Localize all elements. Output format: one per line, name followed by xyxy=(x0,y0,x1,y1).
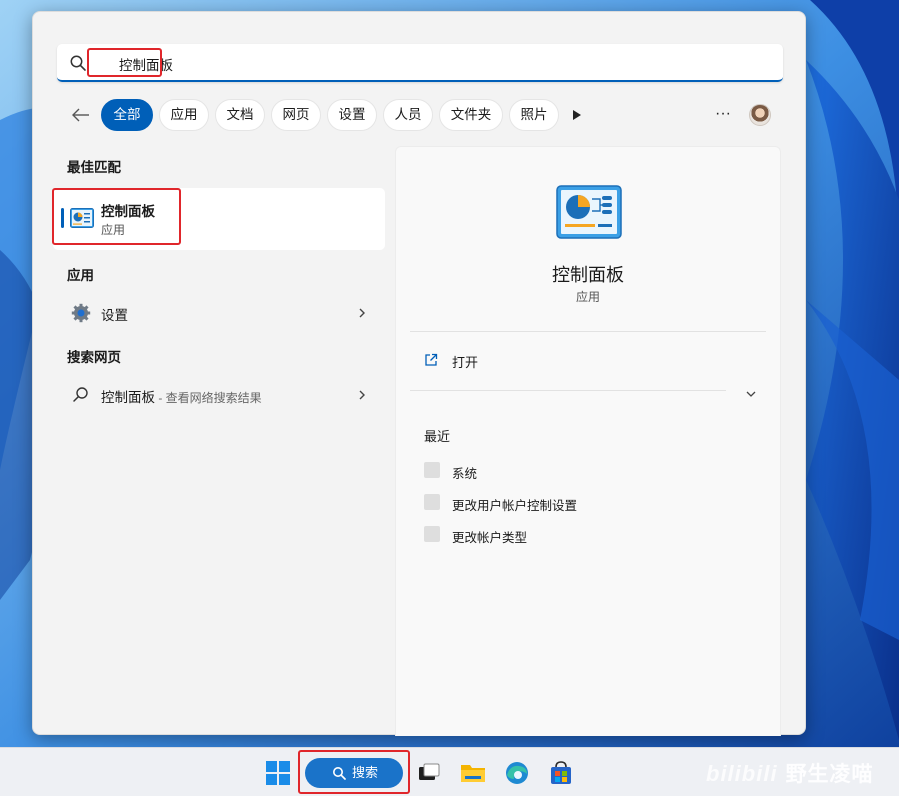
taskbar-search-button[interactable]: 搜索 xyxy=(305,758,403,788)
search-panel: 控制面板 全部 应用 文档 网页 设置 人员 文件夹 照片 ··· 最佳匹配 控… xyxy=(32,11,806,736)
watermark-text: 野生凌喵 xyxy=(785,763,874,786)
detail-kind: 应用 xyxy=(575,290,600,304)
taskbar-search-label: 搜索 xyxy=(352,765,379,780)
filter-chip-apps[interactable]: 应用 xyxy=(159,99,209,131)
web-result-label: 控制面板 - 查看网络搜索结果 xyxy=(101,386,262,406)
watermark: bilibili 野生凌喵 xyxy=(706,758,874,788)
search-box[interactable]: 控制面板 xyxy=(57,44,783,82)
recent-item-label: 更改帐户类型 xyxy=(452,531,528,545)
best-match-name: 控制面板 xyxy=(101,204,155,219)
control-panel-icon xyxy=(556,185,622,239)
recent-item[interactable]: 更改用户帐户控制设置 xyxy=(422,492,722,514)
windows-start-icon[interactable] xyxy=(265,760,291,786)
detail-title: 控制面板 xyxy=(552,265,624,285)
recent-item-icon xyxy=(424,526,440,542)
edge-icon[interactable] xyxy=(504,760,530,786)
play-icon[interactable] xyxy=(567,99,587,131)
control-panel-icon xyxy=(70,208,94,228)
open-action[interactable]: 打开 xyxy=(410,345,740,375)
chevron-down-icon[interactable] xyxy=(744,387,758,401)
app-result-settings[interactable]: 设置 xyxy=(53,295,385,331)
open-external-icon xyxy=(425,353,438,366)
settings-gear-icon xyxy=(71,303,91,323)
filter-chip-settings[interactable]: 设置 xyxy=(327,99,377,131)
apps-heading: 应用 xyxy=(67,268,94,283)
selection-indicator xyxy=(61,208,64,228)
web-search-heading: 搜索网页 xyxy=(67,350,121,365)
filter-chip-documents[interactable]: 文档 xyxy=(215,99,265,131)
recent-item-icon xyxy=(424,494,440,510)
recent-item[interactable]: 更改帐户类型 xyxy=(422,524,722,546)
more-icon[interactable]: ··· xyxy=(711,99,735,131)
task-view-icon[interactable] xyxy=(416,760,442,786)
app-result-label: 设置 xyxy=(101,308,128,323)
filter-chip-photos[interactable]: 照片 xyxy=(509,99,559,131)
chevron-right-icon[interactable] xyxy=(357,387,367,403)
search-icon xyxy=(73,387,88,402)
recent-item-icon xyxy=(424,462,440,478)
chevron-right-icon[interactable] xyxy=(357,305,367,321)
detail-pane: 控制面板 应用 打开 最近 系统 更改用户帐户控制设置 更改帐户类型 xyxy=(395,146,781,736)
watermark-logo: bilibili xyxy=(706,761,778,786)
divider xyxy=(410,390,726,391)
web-result-query: 控制面板 xyxy=(101,390,155,405)
search-icon xyxy=(70,55,86,71)
recent-item-label: 更改用户帐户控制设置 xyxy=(452,499,578,513)
filter-bar: 全部 应用 文档 网页 设置 人员 文件夹 照片 ··· xyxy=(67,99,777,131)
web-result-item[interactable]: 控制面板 - 查看网络搜索结果 xyxy=(53,377,385,413)
recent-item[interactable]: 系统 xyxy=(422,460,722,482)
store-icon[interactable] xyxy=(548,760,574,786)
web-result-sub: - 查看网络搜索结果 xyxy=(155,391,262,405)
filter-chip-folders[interactable]: 文件夹 xyxy=(439,99,503,131)
taskbar: 搜索 bilibili 野生凌喵 xyxy=(0,747,899,796)
filter-chip-all[interactable]: 全部 xyxy=(101,99,153,131)
search-query[interactable]: 控制面板 xyxy=(119,54,173,74)
recent-item-label: 系统 xyxy=(452,467,478,481)
filter-chip-web[interactable]: 网页 xyxy=(271,99,321,131)
file-explorer-icon[interactable] xyxy=(460,760,486,786)
filter-chip-people[interactable]: 人员 xyxy=(383,99,433,131)
best-match-heading: 最佳匹配 xyxy=(67,160,121,175)
best-match-item[interactable]: 控制面板 应用 xyxy=(53,188,385,250)
back-arrow-icon[interactable] xyxy=(67,99,95,131)
divider xyxy=(410,331,766,332)
open-label: 打开 xyxy=(452,355,479,370)
avatar[interactable] xyxy=(749,104,771,126)
search-icon xyxy=(333,767,346,780)
recent-heading: 最近 xyxy=(424,429,451,444)
best-match-kind: 应用 xyxy=(101,223,126,237)
